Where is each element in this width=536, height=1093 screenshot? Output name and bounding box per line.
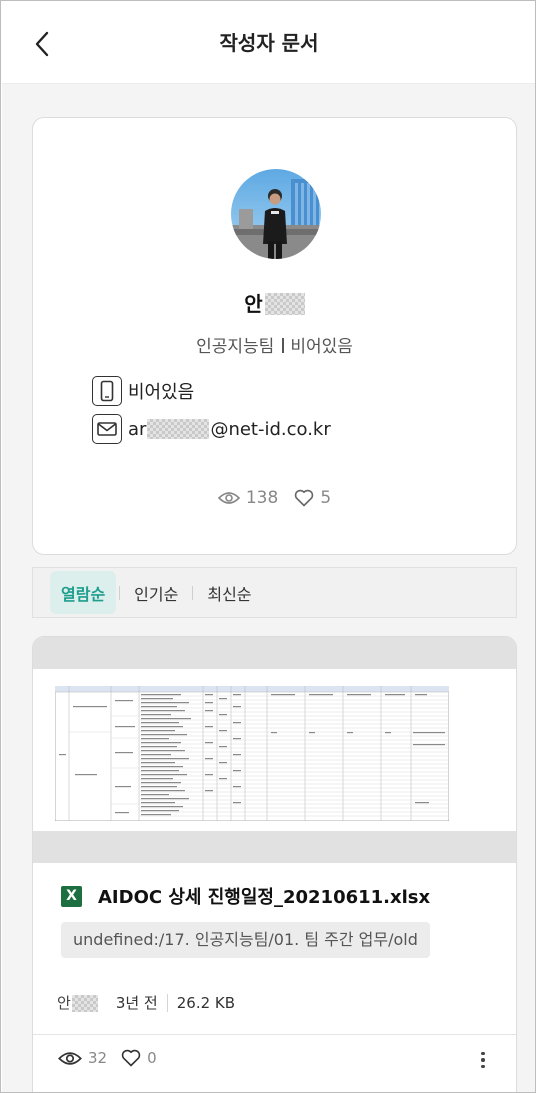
profile-stats: 138 5 [33, 488, 516, 508]
document-thumbnail[interactable] [33, 637, 516, 863]
heart-icon [295, 489, 314, 507]
phone-row: 비어있음 [92, 376, 194, 406]
sort-bar: 열람순 인기순 최신순 [32, 567, 517, 618]
document-time: 3년 전 [115, 994, 158, 1012]
document-title-row[interactable]: X AIDOC 상세 진행일정_20210611.xlsx [61, 883, 430, 909]
author-department: 인공지능팀 [196, 337, 275, 357]
sort-divider [119, 585, 121, 600]
email-prefix[interactable]: ar [128, 419, 146, 440]
department-separator [282, 338, 285, 353]
document-file-name[interactable]: AIDOC 상세 진행일정_20210611.xlsx [98, 883, 430, 909]
phone-icon [92, 376, 122, 406]
card-divider [33, 1034, 516, 1035]
document-stats: 32 0 [58, 1049, 157, 1067]
email-row: ar @net-id.co.kr [92, 414, 331, 444]
app-frame: 작성자 문서 안 인공지능팀 비어있음 비어있음 ar @net-id.co.k… [0, 0, 536, 1093]
redacted-author-mask [71, 995, 98, 1012]
meta-separator [166, 993, 168, 1012]
sort-tab-views[interactable]: 열람순 [50, 571, 117, 614]
spreadsheet-preview-image [55, 686, 449, 821]
phone-value: 비어있음 [128, 382, 195, 403]
author-profile-card: 안 인공지능팀 비어있음 비어있음 ar @net-id.co.kr 138 5 [32, 117, 517, 555]
author-department-row: 인공지능팀 비어있음 [33, 332, 516, 357]
document-author: 안 [57, 992, 98, 1013]
eye-icon [58, 1051, 82, 1065]
sort-divider [192, 585, 194, 600]
mail-icon [92, 414, 122, 444]
document-likes[interactable]: 0 [121, 1049, 157, 1067]
sort-tab-popular[interactable]: 인기순 [123, 571, 189, 614]
excel-file-icon: X [61, 885, 82, 907]
profile-likes: 5 [294, 488, 331, 508]
document-views: 32 [58, 1049, 107, 1067]
top-app-bar: 작성자 문서 [2, 2, 535, 84]
page-title: 작성자 문서 [219, 31, 319, 55]
author-position: 비어있음 [290, 337, 353, 357]
redacted-email-mask [147, 419, 210, 439]
document-meta: 안 3년 전 26.2 KB [57, 992, 235, 1013]
document-card[interactable]: X AIDOC 상세 진행일정_20210611.xlsx undefined:… [32, 636, 517, 1092]
document-path: undefined:/17. 인공지능팀/01. 팀 주간 업무/old [61, 922, 430, 958]
profile-views: 138 [217, 488, 278, 508]
redacted-name-mask [264, 292, 305, 315]
document-size: 26.2 KB [176, 993, 236, 1012]
more-vertical-icon [481, 1051, 485, 1056]
eye-icon [217, 492, 240, 504]
more-options-button[interactable] [476, 1047, 490, 1073]
email-domain[interactable]: @net-id.co.kr [210, 419, 330, 440]
sort-tab-latest[interactable]: 최신순 [196, 571, 262, 614]
heart-icon [121, 1049, 141, 1067]
avatar [231, 169, 321, 259]
author-name: 안 [33, 288, 516, 317]
